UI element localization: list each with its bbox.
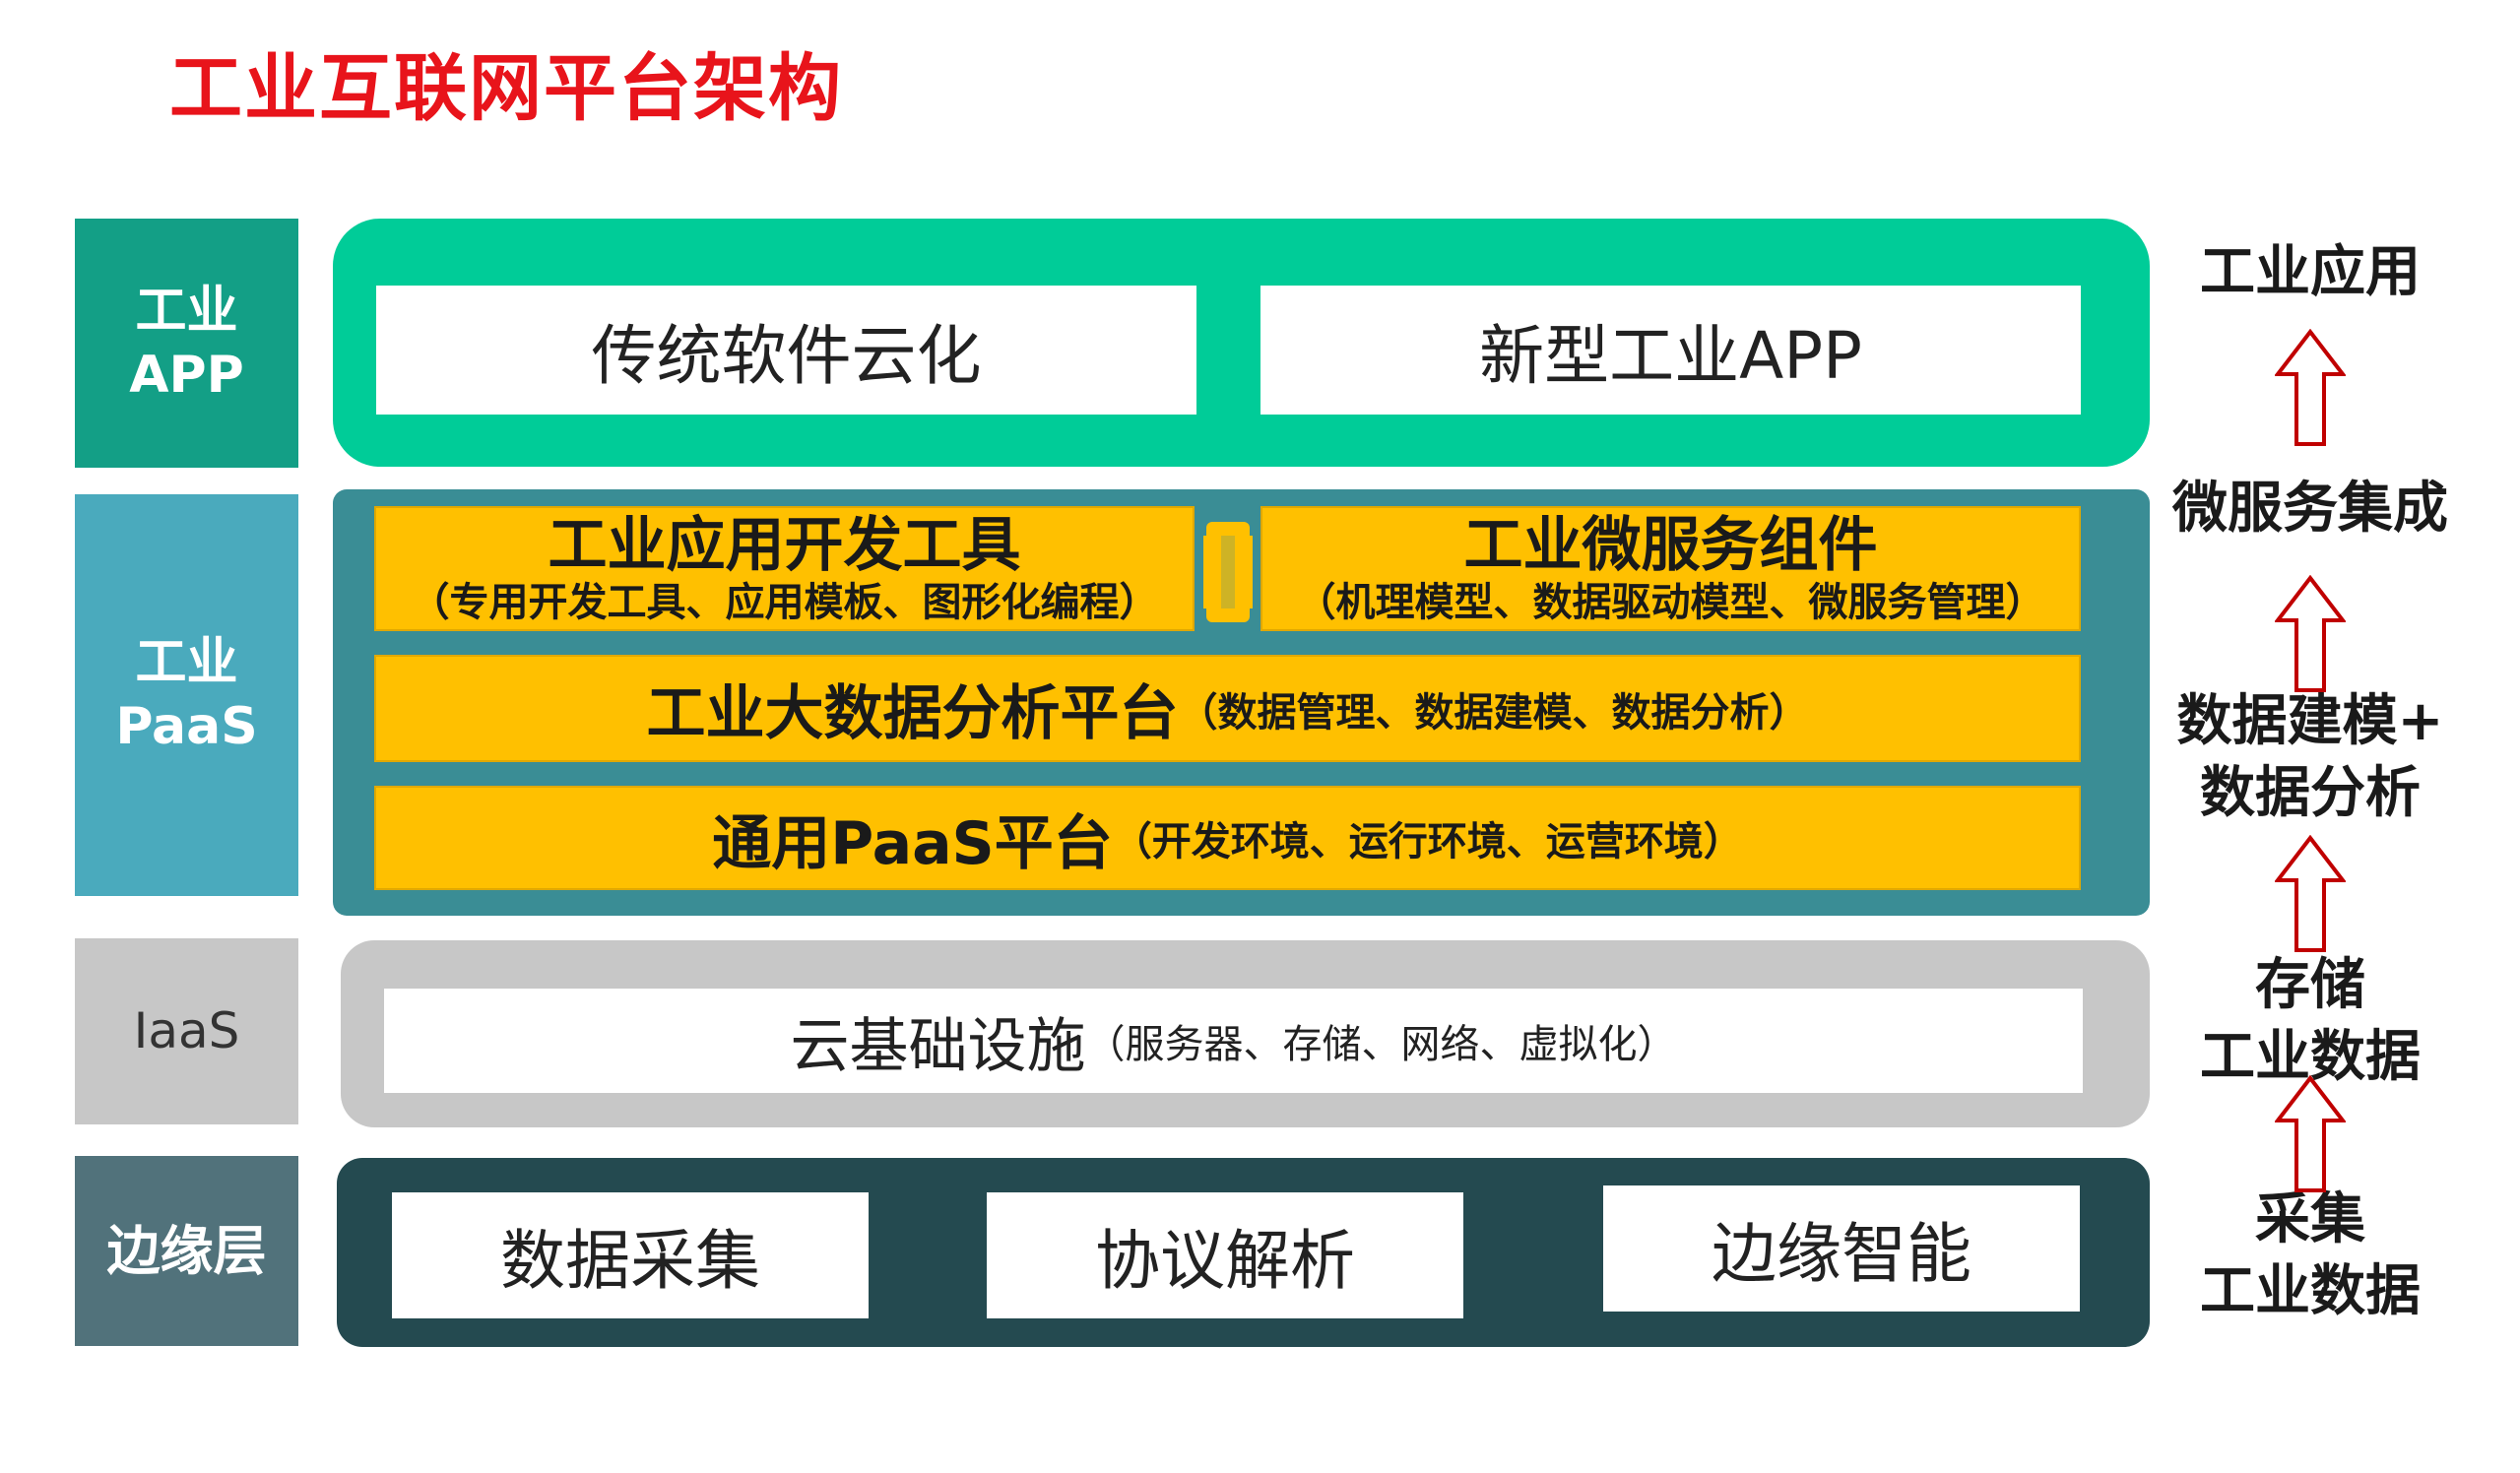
edge-box-protocol-parsing: 协议解析 bbox=[987, 1192, 1463, 1318]
edge-box-edge-intelligence: 边缘智能 bbox=[1603, 1185, 2080, 1312]
right-label-modeling-analysis: 数据建模+ 数据分析 bbox=[2153, 679, 2468, 837]
connector-icon bbox=[1203, 522, 1253, 622]
dev-tools-title: 工业应用开发工具 bbox=[548, 511, 1021, 580]
right-label-3-line1: 数据建模+ bbox=[2176, 689, 2444, 754]
side-label-paas-line2: PaaS bbox=[115, 697, 258, 756]
side-label-paas: 工业 PaaS bbox=[75, 494, 298, 896]
right-label-4-line1: 存储 bbox=[2255, 953, 2365, 1018]
microservices-detail: （机理模型、数据驱动模型、微服务管理） bbox=[1296, 580, 2045, 625]
edge-box-data-collection: 数据采集 bbox=[392, 1192, 869, 1318]
right-label-collect-data: 采集 工业数据 bbox=[2153, 1178, 2468, 1335]
app-box-new-app: 新型工业APP bbox=[1260, 286, 2081, 415]
iaas-box-cloud-infra: 云基础设施 （服务器、存储、网络、虚拟化） bbox=[384, 989, 2083, 1093]
side-label-iaas: IaaS bbox=[75, 938, 298, 1124]
up-arrow-icon bbox=[2275, 329, 2346, 446]
paas-box-dev-tools: 工业应用开发工具 （专用开发工具、应用模板、图形化编程） bbox=[374, 506, 1195, 631]
dev-tools-detail: （专用开发工具、应用模板、图形化编程） bbox=[410, 580, 1159, 625]
right-label-5-line1: 采集 bbox=[2255, 1187, 2365, 1252]
general-paas-title: 通用PaaS平台 bbox=[712, 808, 1113, 878]
iaas-title: 云基础设施 bbox=[790, 1011, 1086, 1081]
app-box-legacy-cloud: 传统软件云化 bbox=[376, 286, 1196, 415]
side-label-edge: 边缘层 bbox=[75, 1156, 298, 1346]
side-label-paas-line1: 工业 bbox=[135, 633, 238, 692]
page-title: 工业互联网平台架构 bbox=[169, 46, 843, 131]
iaas-detail: （服务器、存储、网络、虚拟化） bbox=[1085, 1022, 1677, 1067]
side-label-app-line1: 工业 bbox=[135, 281, 238, 341]
right-label-microservice-integration: 微服务集成 bbox=[2153, 465, 2468, 553]
side-label-app: 工业 APP bbox=[75, 219, 298, 468]
paas-box-general-paas: 通用PaaS平台 （开发环境、运行环境、运营环境） bbox=[374, 786, 2081, 890]
right-label-3-line2: 数据分析 bbox=[2200, 761, 2421, 825]
up-arrow-icon bbox=[2275, 835, 2346, 952]
up-arrow-icon bbox=[2275, 1075, 2346, 1192]
side-label-app-line2: APP bbox=[129, 345, 244, 405]
right-label-industrial-app: 工业应用 bbox=[2153, 228, 2468, 317]
general-paas-detail: （开发环境、运行环境、运营环境） bbox=[1112, 819, 1743, 865]
big-data-title: 工业大数据分析平台 bbox=[646, 679, 1179, 748]
paas-box-big-data: 工业大数据分析平台 （数据管理、数据建模、数据分析） bbox=[374, 655, 2081, 762]
right-label-1-line1: 工业应用 bbox=[2200, 239, 2421, 304]
big-data-detail: （数据管理、数据建模、数据分析） bbox=[1178, 689, 1809, 736]
right-label-5-line2: 工业数据 bbox=[2200, 1259, 2421, 1323]
paas-box-microservices: 工业微服务组件 （机理模型、数据驱动模型、微服务管理） bbox=[1260, 506, 2081, 631]
microservices-title: 工业微服务组件 bbox=[1463, 511, 1878, 580]
up-arrow-icon bbox=[2275, 575, 2346, 692]
right-label-2-line1: 微服务集成 bbox=[2172, 476, 2448, 541]
